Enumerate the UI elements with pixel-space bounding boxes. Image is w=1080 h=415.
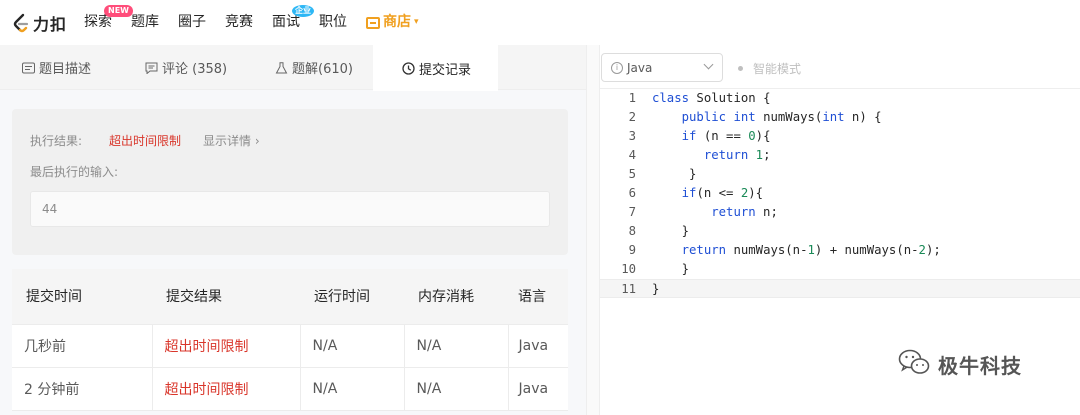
code-editor[interactable]: 1 class Solution { 2 public int numWays(i…: [600, 89, 1080, 298]
line-number: 2: [628, 110, 636, 124]
code-line: }: [652, 224, 690, 238]
col-runtime: 运行时间: [300, 269, 404, 325]
line-number: 11: [621, 282, 636, 296]
cell-result[interactable]: 超出时间限制: [152, 324, 301, 368]
cell-result[interactable]: 超出时间限制: [152, 367, 301, 411]
language-value: Java: [627, 60, 653, 75]
tab-solutions[interactable]: 题解(610): [275, 45, 353, 90]
nav-contest-label: 竞赛: [225, 14, 253, 30]
logo[interactable]: 力扣: [12, 11, 67, 35]
line-number: 6: [628, 186, 636, 200]
chevron-down-icon: [703, 59, 714, 70]
result-card: 执行结果: 超出时间限制 显示详情 › 最后执行的输入: 44: [12, 109, 568, 255]
description-icon: [22, 62, 35, 74]
line-number: 8: [628, 224, 636, 238]
table-header-row: 提交时间 提交结果 运行时间 内存消耗 语言: [12, 269, 568, 325]
show-details-link[interactable]: 显示详情 ›: [203, 132, 260, 149]
nav-store[interactable]: 商店 ▾: [366, 0, 419, 45]
nav-jobs[interactable]: 职位: [319, 0, 347, 45]
nav-problems[interactable]: 题库: [131, 0, 159, 45]
nav-explore[interactable]: 探索 NEW: [84, 0, 133, 45]
line-number: 3: [628, 129, 636, 143]
col-result: 提交结果: [152, 269, 300, 325]
code-line: if(n <= 2){: [681, 186, 764, 200]
code-line: return n;: [711, 205, 778, 219]
col-language: 语言: [508, 269, 568, 325]
enterprise-badge: 企业: [292, 5, 314, 17]
tab-comments[interactable]: 评论 (358): [145, 45, 227, 90]
col-submit-time: 提交时间: [12, 269, 152, 325]
code-line: }: [652, 262, 690, 276]
tab-description[interactable]: 题目描述: [22, 45, 91, 90]
problem-tabs: 题目描述 评论 (358) 题解(610) 提交记录: [0, 45, 586, 91]
submissions-table: 提交时间 提交结果 运行时间 内存消耗 语言 几秒前 超出时间限制 N/A N/…: [12, 269, 568, 411]
watermark-text: 极牛科技: [938, 353, 1022, 378]
tab-comments-label: 评论 (358): [162, 62, 228, 77]
result-status: 超出时间限制: [109, 134, 182, 148]
smart-mode-label: 智能模式: [753, 62, 802, 76]
cell-language: Java: [508, 367, 568, 411]
code-line: class Solution {: [652, 91, 771, 105]
cell-memory: N/A: [404, 324, 509, 368]
smart-mode-dot-icon: [738, 66, 743, 71]
result-label: 执行结果:: [30, 134, 83, 148]
cell-runtime: N/A: [300, 324, 405, 368]
top-navbar: 力扣 探索 NEW 题库 圈子 竞赛 面试 企业 职位 商店 ▾: [0, 0, 1080, 45]
code-line: if (n == 0){: [681, 129, 771, 143]
code-line: return numWays(n-1) + numWays(n-2);: [681, 243, 941, 257]
brand-name: 力扣: [33, 15, 68, 34]
left-panel: 题目描述 评论 (358) 题解(610) 提交记录 执行结果: 超出时间限制 …: [0, 45, 586, 415]
leetcode-logo-icon: [12, 13, 30, 33]
nav-contest[interactable]: 竞赛: [225, 0, 253, 45]
info-icon: i: [611, 61, 623, 74]
line-number: 4: [628, 148, 636, 162]
tab-description-label: 题目描述: [39, 62, 92, 77]
tab-solutions-label: 题解(610): [292, 62, 353, 77]
nav-store-label: 商店: [383, 14, 411, 30]
code-line: }: [652, 167, 697, 181]
tab-submissions[interactable]: 提交记录: [373, 45, 498, 91]
line-number: 1: [628, 91, 636, 105]
code-line: return 1;: [703, 148, 771, 162]
line-number: 9: [628, 243, 636, 257]
smart-mode-toggle[interactable]: 智能模式: [738, 60, 801, 77]
last-input-label: 最后执行的输入:: [30, 165, 119, 179]
nav-circle[interactable]: 圈子: [178, 0, 206, 45]
col-memory: 内存消耗: [404, 269, 508, 325]
wechat-icon: [898, 348, 930, 380]
table-row[interactable]: 2 分钟前 超出时间限制 N/A N/A Java: [12, 367, 568, 411]
cell-time: 几秒前: [12, 324, 153, 368]
line-number: 7: [628, 205, 636, 219]
watermark: 极牛科技: [898, 348, 1022, 380]
nav-circle-label: 圈子: [178, 14, 206, 30]
tab-submissions-label: 提交记录: [419, 62, 472, 78]
line-number: 5: [628, 167, 636, 181]
last-input-value: 44: [30, 191, 550, 227]
cell-language: Java: [508, 324, 568, 368]
clock-icon: [402, 62, 415, 75]
table-row[interactable]: 几秒前 超出时间限制 N/A N/A Java: [12, 324, 568, 368]
nav-problems-label: 题库: [131, 14, 159, 30]
caret-down-icon: ▾: [414, 17, 419, 27]
panel-splitter[interactable]: [586, 45, 600, 415]
language-select[interactable]: i Java: [601, 53, 723, 82]
code-line: public int numWays(int n) {: [681, 110, 882, 124]
editor-toolbar: i Java 智能模式: [600, 45, 1080, 89]
code-line: }: [652, 282, 660, 296]
nav-interview-label: 面试: [272, 14, 300, 30]
nav-jobs-label: 职位: [319, 14, 347, 30]
cell-runtime: N/A: [300, 367, 405, 411]
line-number: 10: [621, 262, 636, 276]
flask-icon: [275, 61, 288, 74]
main-nav: 探索 NEW 题库 圈子 竞赛 面试 企业 职位 商店 ▾: [84, 0, 438, 45]
cell-memory: N/A: [404, 367, 509, 411]
cell-time: 2 分钟前: [12, 367, 153, 411]
nav-interview[interactable]: 面试 企业: [272, 0, 314, 45]
store-icon: [366, 16, 380, 29]
comment-icon: [145, 62, 158, 75]
new-badge: NEW: [104, 5, 133, 17]
